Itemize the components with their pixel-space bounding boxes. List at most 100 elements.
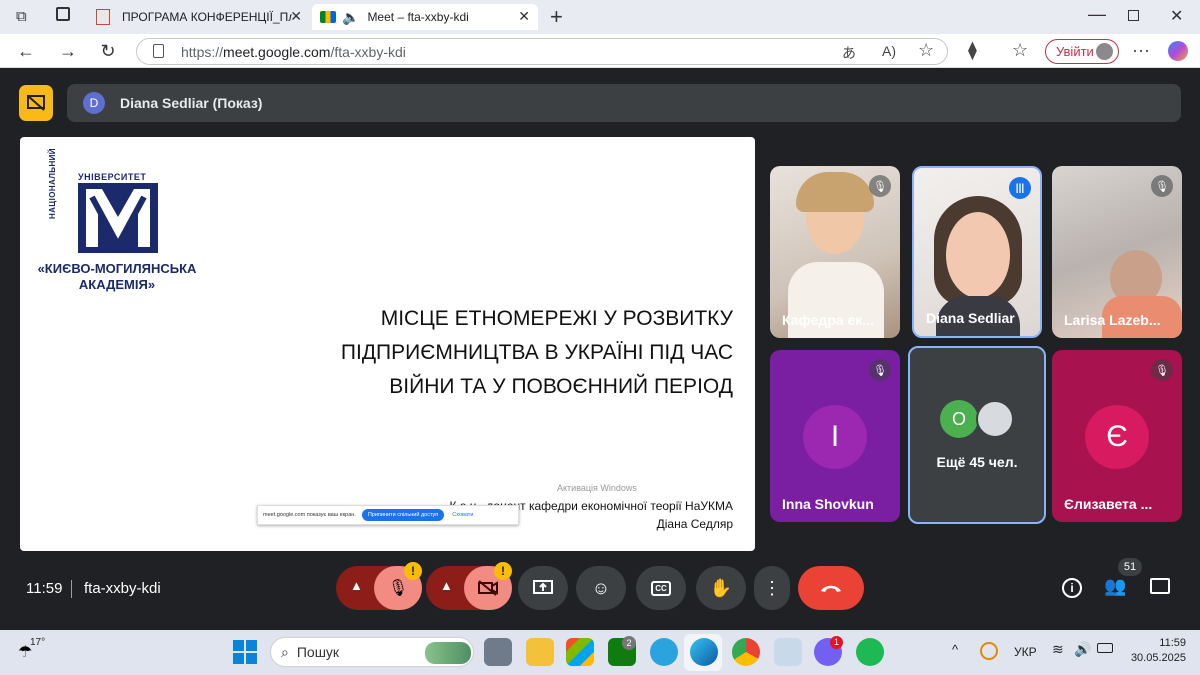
tab-programa[interactable]: ПРОГРАМА КОНФЕРЕНЦІЇ_Плен ✕ (88, 4, 310, 30)
address-bar[interactable]: https://meet.google.com/fta-xxby-kdi (136, 38, 948, 65)
taskbar-clock[interactable]: 11:59 30.05.2025 (1124, 636, 1186, 666)
video-face (946, 212, 1010, 298)
search-icon: ⌕ (281, 643, 289, 660)
edge-icon[interactable] (690, 638, 718, 666)
speaker-icon[interactable]: 🔈 (342, 9, 359, 26)
taskbar-search[interactable]: ⌕ Пошук (270, 637, 474, 667)
logo-name: «КИЄВО-МОГИЛЯНСЬКА АКАДЕМІЯ» (32, 261, 202, 293)
task-view-icon[interactable] (484, 638, 512, 666)
participant-avatar: Є (1085, 405, 1149, 469)
tab-actions-icon[interactable] (56, 7, 70, 21)
minimize-icon[interactable]: — (1088, 4, 1106, 25)
participant-avatar: О (940, 400, 978, 438)
workspaces-icon[interactable]: ⧉ (16, 8, 27, 25)
tab-label: ПРОГРАМА КОНФЕРЕНЦІЇ_Плен (122, 10, 292, 24)
slide-title: МІСЦЕ ЕТНОМЕРЕЖІ У РОЗВИТКУ ПІДПРИЄМНИЦТ… (293, 302, 733, 404)
taskbar-time: 11:59 (1159, 637, 1186, 649)
camera-warning-icon: ! (494, 562, 512, 580)
translate-icon[interactable]: あ (842, 43, 856, 63)
taskbar-date: 30.05.2025 (1130, 652, 1186, 664)
participant-tile[interactable]: 🎙 Кафедра ек... (770, 166, 900, 338)
speaking-icon: ||| (1009, 177, 1031, 199)
new-tab-icon[interactable]: + (550, 4, 563, 30)
logo-top-text: УНІВЕРСИТЕТ (78, 172, 147, 182)
present-off-icon (27, 95, 45, 111)
show-hidden-icons[interactable]: ^ (952, 642, 958, 657)
extensions-icon[interactable]: ⧫ (968, 40, 977, 61)
hide-notice-button[interactable]: Сховати (452, 512, 473, 518)
close-icon[interactable]: ✕ (518, 8, 530, 25)
app-icon[interactable] (774, 638, 802, 666)
window-close-icon[interactable]: ✕ (1170, 6, 1183, 26)
url-host: meet.google.com (223, 43, 331, 60)
captions-button[interactable]: CC (636, 566, 686, 610)
chrome-icon[interactable] (732, 638, 760, 666)
emoji-icon: ☺ (591, 577, 611, 598)
mic-off-icon: 🎙 (1151, 359, 1173, 381)
restore-icon[interactable] (1128, 10, 1139, 21)
signin-label: Увійти (1056, 44, 1094, 59)
wifi-icon[interactable]: ≋ (1052, 641, 1064, 658)
input-language[interactable]: УКР (1014, 645, 1037, 659)
search-highlight-icon (425, 642, 471, 664)
more-icon[interactable]: ··· (1132, 40, 1150, 61)
camera-options-icon[interactable]: ▲ (440, 578, 453, 593)
tray-app-icon[interactable] (980, 642, 998, 660)
share-notice-text: meet.google.com показує ваш екран. (263, 512, 356, 518)
battery-icon[interactable] (1097, 643, 1113, 653)
participant-tile[interactable]: 🎙 Larisa Lazeb... (1052, 166, 1182, 338)
back-icon[interactable]: ← (14, 40, 38, 62)
share-notice-bar: meet.google.com показує ваш екран. Припи… (257, 505, 519, 525)
raise-hand-button[interactable]: ✋ (696, 566, 746, 610)
url-prefix: https:// (181, 43, 224, 60)
windows-activation-watermark: Активація Windows (557, 483, 637, 493)
close-icon[interactable]: ✕ (290, 8, 302, 25)
read-aloud-icon[interactable]: A) (882, 43, 896, 59)
site-info-icon[interactable] (153, 44, 164, 58)
search-placeholder: Пошук (296, 644, 340, 660)
telegram-icon[interactable] (650, 638, 678, 666)
screen: ⧉ ПРОГРАМА КОНФЕРЕНЦІЇ_Плен ✕ 🔈 Meet – f… (0, 0, 1200, 675)
start-icon[interactable] (233, 640, 257, 664)
participant-name: Inna Shovkun (782, 496, 874, 512)
meeting-code: fta-xxby-kdi (84, 580, 161, 597)
more-participants-tile[interactable]: О Ещё 45 чел. (908, 346, 1046, 524)
spotify-icon[interactable] (856, 638, 884, 666)
favorites-list-icon[interactable]: ☆ (1012, 40, 1028, 61)
hand-icon: ✋ (709, 577, 733, 598)
weather-temp: 17° (30, 637, 46, 648)
pdf-icon (96, 9, 110, 25)
present-screen-button[interactable] (518, 566, 568, 610)
meeting-info-icon[interactable]: i (1062, 578, 1082, 598)
signin-button[interactable]: Увійти (1045, 39, 1119, 64)
participant-tile-active[interactable]: ||| Diana Sedliar (912, 166, 1042, 338)
mic-options-icon[interactable]: ▲ (350, 578, 363, 593)
presentation-status-button[interactable] (19, 85, 53, 121)
file-explorer-icon[interactable] (526, 638, 554, 666)
participant-name: Єлизавета ... (1064, 496, 1153, 512)
volume-icon[interactable]: 🔊 (1074, 641, 1091, 658)
windows-taskbar: ☂ 17° ⌕ Пошук 2 1 ^ УКР ≋ 🔊 11:59 30.05.… (0, 630, 1200, 675)
store-icon[interactable] (566, 638, 594, 666)
copilot-icon[interactable] (1168, 41, 1188, 61)
presenter-label: Diana Sedliar (Показ) (120, 95, 263, 111)
logo-line-2: АКАДЕМІЯ» (78, 277, 156, 292)
participants-count-badge: 51 (1118, 558, 1142, 576)
reload-icon[interactable]: ↻ (96, 40, 120, 62)
favorite-icon[interactable]: ☆ (918, 40, 934, 61)
reactions-button[interactable]: ☺ (576, 566, 626, 610)
participant-tile[interactable]: Є 🎙 Єлизавета ... (1052, 350, 1182, 522)
forward-icon[interactable]: → (56, 40, 80, 62)
meet-window: D Diana Sedliar (Показ) УНІВЕРСИТЕТ НАЦІ… (4, 68, 1196, 628)
people-icon[interactable]: 👥 (1104, 576, 1126, 597)
chat-icon[interactable] (1150, 578, 1170, 594)
stop-sharing-button[interactable]: Припинити спільний доступ (361, 509, 445, 521)
mic-off-icon: 🎙 (869, 359, 891, 381)
participant-tile[interactable]: I 🎙 Inna Shovkun (770, 350, 900, 522)
video-hair (796, 172, 874, 212)
mic-warning-icon: ! (404, 562, 422, 580)
participant-name: Кафедра ек... (782, 312, 874, 328)
leave-call-button[interactable] (798, 566, 864, 610)
more-options-button[interactable]: ⋮ (754, 566, 790, 610)
tab-meet[interactable]: 🔈 Meet – fta-xxby-kdi ✕ (312, 4, 538, 30)
